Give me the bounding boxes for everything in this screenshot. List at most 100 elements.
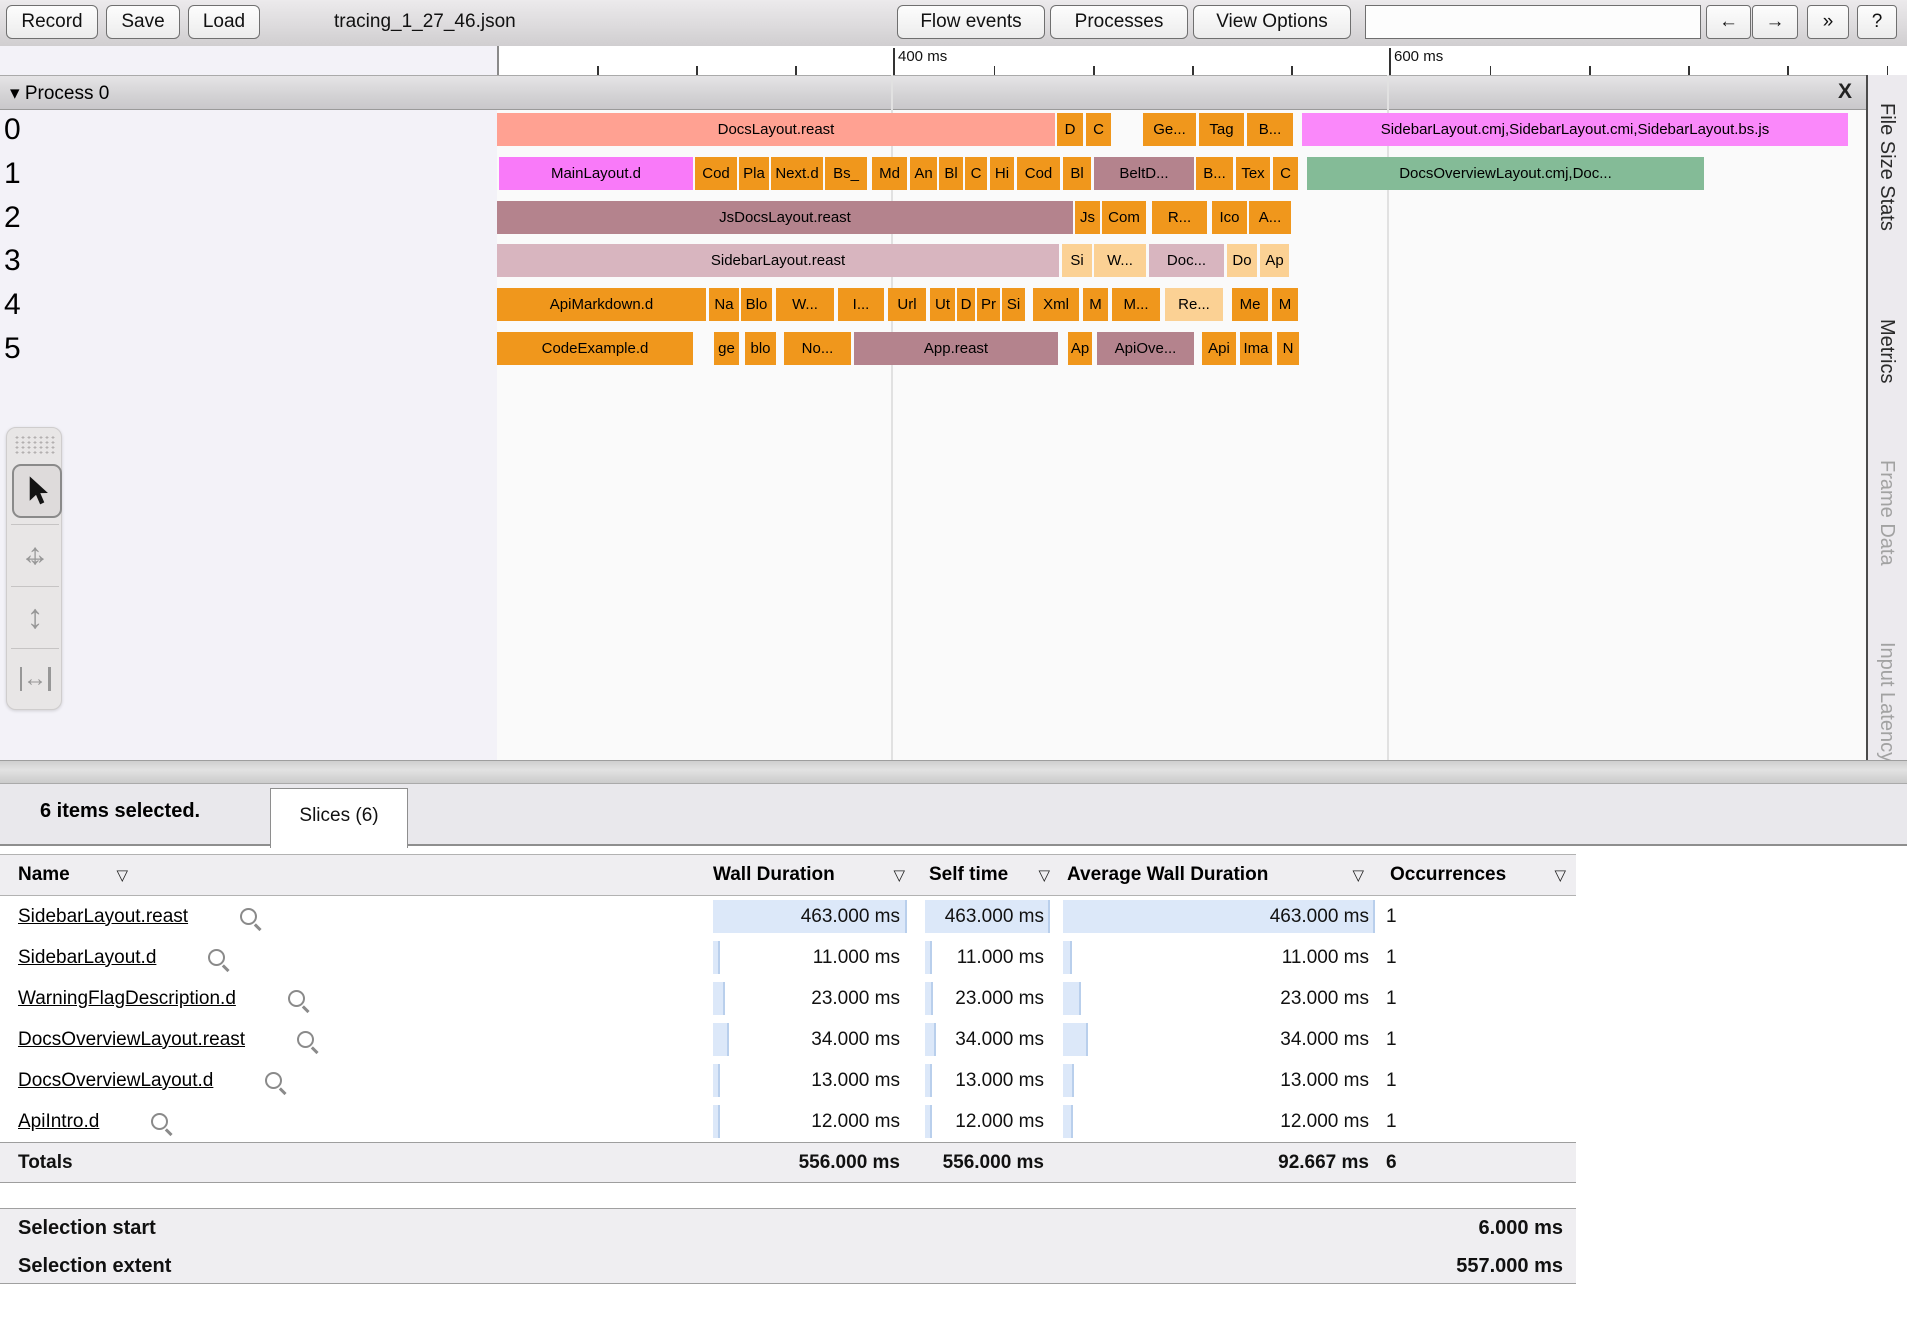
trace-slice[interactable]: DocsLayout.reast <box>497 113 1055 146</box>
trace-slice[interactable]: Ut <box>930 288 955 321</box>
column-header-occurrences[interactable]: Occurrences▽ <box>1390 855 1566 895</box>
table-row[interactable]: SidebarLayout.reast463.000 ms463.000 ms4… <box>0 896 1576 937</box>
trace-slice[interactable]: W... <box>776 288 834 321</box>
slice-name-link[interactable]: SidebarLayout.d <box>18 947 156 969</box>
magnifier-icon[interactable] <box>288 990 305 1007</box>
trace-slice[interactable]: D <box>1057 113 1083 146</box>
sort-icon[interactable]: ▽ <box>116 866 128 884</box>
trace-slice[interactable]: No... <box>784 332 851 365</box>
trace-slice[interactable]: Url <box>888 288 926 321</box>
find-previous-button[interactable]: ← <box>1706 5 1751 39</box>
trace-slice[interactable]: Bl <box>939 157 963 190</box>
trace-slice[interactable]: Ima <box>1240 332 1272 365</box>
trace-slice[interactable]: Blo <box>741 288 772 321</box>
trace-slice[interactable]: SidebarLayout.cmj,SidebarLayout.cmi,Side… <box>1302 113 1848 146</box>
trace-slice[interactable]: Pla <box>739 157 769 190</box>
process-close-button[interactable]: X <box>1838 80 1852 104</box>
pan-tool-button[interactable]: ↔↕ <box>12 530 58 580</box>
table-row[interactable]: ApiIntro.d12.000 ms12.000 ms12.000 ms1 <box>0 1101 1576 1142</box>
trace-slice[interactable]: SidebarLayout.reast <box>497 244 1059 277</box>
selection-tool-button[interactable] <box>12 464 62 518</box>
table-row[interactable]: WarningFlagDescription.d23.000 ms23.000 … <box>0 978 1576 1019</box>
trace-slice[interactable]: Na <box>709 288 739 321</box>
trace-slice[interactable]: B... <box>1196 157 1233 190</box>
processes-button[interactable]: Processes <box>1050 5 1188 39</box>
trace-slice[interactable]: A... <box>1249 201 1291 234</box>
table-row[interactable]: DocsOverviewLayout.d13.000 ms13.000 ms13… <box>0 1060 1576 1101</box>
trace-slice[interactable]: Ge... <box>1143 113 1196 146</box>
horizontal-splitter[interactable] <box>0 760 1907 784</box>
trace-slice[interactable]: MainLayout.d <box>499 157 693 190</box>
slice-name-link[interactable]: SidebarLayout.reast <box>18 906 188 928</box>
slice-name-link[interactable]: ApiIntro.d <box>18 1111 99 1133</box>
trace-slice[interactable]: Pr <box>977 288 1000 321</box>
trace-slice[interactable]: R... <box>1152 201 1207 234</box>
trace-slice[interactable]: Tex <box>1236 157 1270 190</box>
trace-slice[interactable]: C <box>965 157 987 190</box>
trace-slice[interactable]: Bs_ <box>825 157 867 190</box>
magnifier-icon[interactable] <box>240 908 257 925</box>
process-header[interactable]: ▾ Process 0 X <box>0 75 1866 110</box>
help-button[interactable]: ? <box>1857 5 1897 39</box>
timeline-view[interactable]: 0DocsLayout.reastDCGe...TagB...SidebarLa… <box>0 110 1907 760</box>
slice-name-link[interactable]: WarningFlagDescription.d <box>18 988 236 1010</box>
column-header-self-time[interactable]: Self time▽ <box>929 855 1050 895</box>
magnifier-icon[interactable] <box>297 1031 314 1048</box>
trace-slice[interactable]: App.reast <box>854 332 1058 365</box>
trace-slice[interactable]: M <box>1083 288 1108 321</box>
magnifier-icon[interactable] <box>151 1113 168 1130</box>
trace-slice[interactable]: Me <box>1232 288 1268 321</box>
trace-slice[interactable]: DocsOverviewLayout.cmj,Doc... <box>1307 157 1704 190</box>
trace-slice[interactable]: Doc... <box>1149 244 1224 277</box>
trace-slice[interactable]: Js <box>1075 201 1100 234</box>
sort-icon[interactable]: ▽ <box>893 866 905 884</box>
search-input[interactable] <box>1365 5 1701 39</box>
sort-icon[interactable]: ▽ <box>1554 866 1566 884</box>
sidebar-item-metrics[interactable]: Metrics <box>1875 319 1898 383</box>
trace-slice[interactable]: Si <box>1002 288 1025 321</box>
trace-slice[interactable]: Cod <box>695 157 737 190</box>
trace-slice[interactable]: ApiOve... <box>1097 332 1194 365</box>
trace-slice[interactable]: C <box>1086 113 1111 146</box>
trace-slice[interactable]: Com <box>1102 201 1146 234</box>
slice-name-link[interactable]: DocsOverviewLayout.d <box>18 1070 213 1092</box>
magnifier-icon[interactable] <box>208 949 225 966</box>
trace-slice[interactable]: JsDocsLayout.reast <box>497 201 1073 234</box>
trace-slice[interactable]: Si <box>1062 244 1092 277</box>
trace-slice[interactable]: Md <box>872 157 907 190</box>
sidebar-item-input-latency[interactable]: Input Latency <box>1875 642 1898 762</box>
column-header-average-wall-duration[interactable]: Average Wall Duration▽ <box>1067 855 1364 895</box>
save-button[interactable]: Save <box>106 5 180 39</box>
tab-slices[interactable]: Slices (6) <box>270 788 408 848</box>
record-button[interactable]: Record <box>6 5 98 39</box>
trace-slice[interactable]: Tag <box>1199 113 1244 146</box>
trace-slice[interactable]: M... <box>1112 288 1160 321</box>
trace-slice[interactable]: N <box>1277 332 1299 365</box>
trace-slice[interactable]: Ap <box>1068 332 1092 365</box>
trace-slice[interactable]: Bl <box>1063 157 1091 190</box>
trace-slice[interactable]: Re... <box>1165 288 1223 321</box>
trace-slice[interactable]: B... <box>1247 113 1293 146</box>
column-header-wall-duration[interactable]: Wall Duration▽ <box>713 855 905 895</box>
magnifier-icon[interactable] <box>265 1072 282 1089</box>
find-next-button[interactable]: → <box>1752 5 1798 39</box>
trace-slice[interactable]: Xml <box>1033 288 1079 321</box>
trace-slice[interactable]: D <box>957 288 975 321</box>
trace-slice[interactable]: Hi <box>990 157 1014 190</box>
table-row[interactable]: SidebarLayout.d11.000 ms11.000 ms11.000 … <box>0 937 1576 978</box>
trace-slice[interactable]: BeltD... <box>1094 157 1194 190</box>
trace-slice[interactable]: ApiMarkdown.d <box>497 288 706 321</box>
trace-slice[interactable]: Ico <box>1212 201 1247 234</box>
palette-drag-handle[interactable] <box>14 435 56 455</box>
sidebar-item-file-size-stats[interactable]: File Size Stats <box>1875 103 1898 231</box>
view-options-button[interactable]: View Options <box>1193 5 1351 39</box>
trace-slice[interactable]: Cod <box>1017 157 1060 190</box>
sort-icon[interactable]: ▽ <box>1038 866 1050 884</box>
time-ruler[interactable]: 400 ms600 ms <box>0 46 1907 75</box>
column-header-name[interactable]: Name▽ <box>18 855 128 895</box>
trace-slice[interactable]: W... <box>1094 244 1146 277</box>
trace-slice[interactable]: Api <box>1202 332 1236 365</box>
collapse-arrow-icon[interactable]: ▾ <box>10 83 20 104</box>
trace-slice[interactable]: blo <box>745 332 776 365</box>
trace-slice[interactable]: CodeExample.d <box>497 332 693 365</box>
